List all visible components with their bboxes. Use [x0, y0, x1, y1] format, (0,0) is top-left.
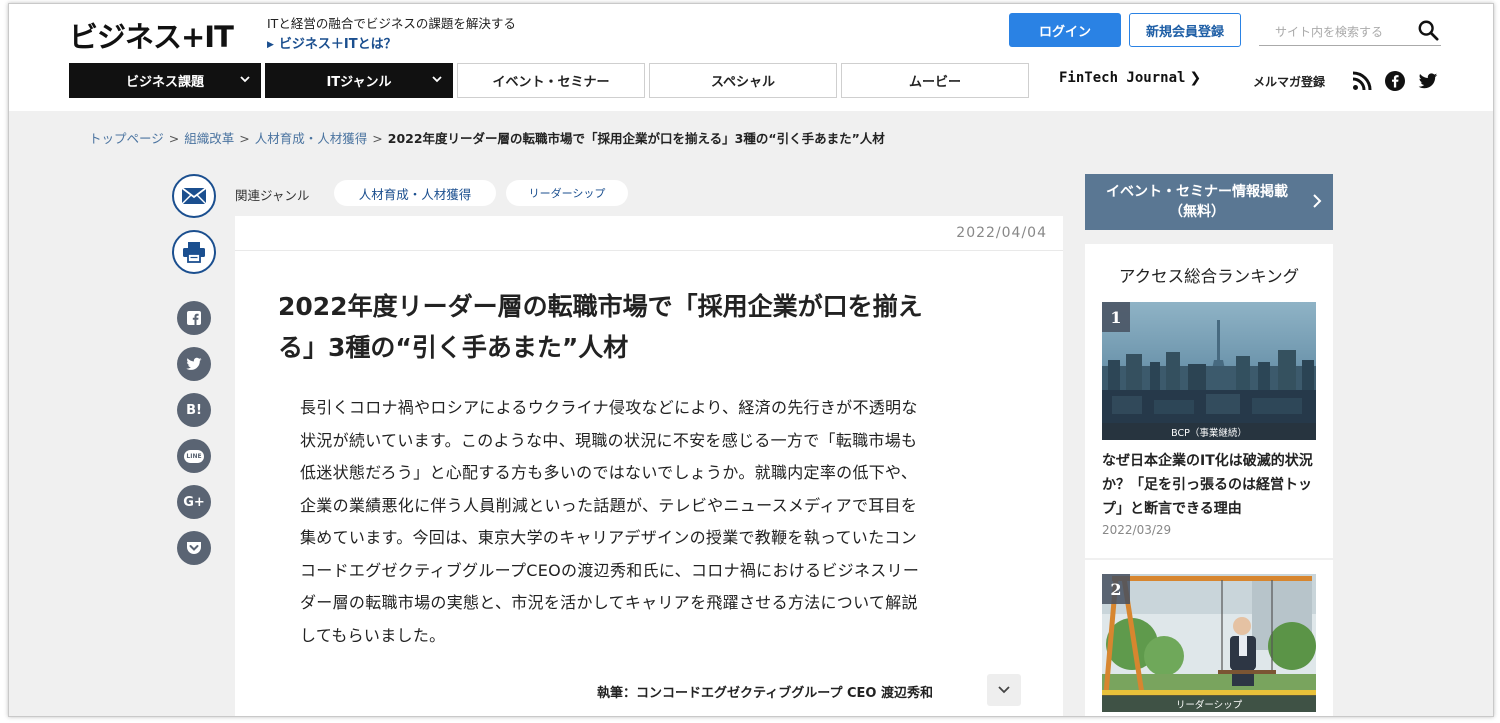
article-title: 2022年度リーダー層の転職市場で「採用企業が口を揃え る」3種の“引く手あまた”… [278, 286, 998, 368]
browser-page: ビジネス+IT ITと経営の融合でビジネスの課題を解決する ▶ ビジネス＋ITとは… [8, 3, 1494, 717]
breadcrumb-item-top[interactable]: トップページ [89, 131, 164, 146]
ranking-date-1: 2022/03/29 [1102, 523, 1172, 537]
chevron-right-icon: ❯ [1189, 70, 1202, 86]
chevron-down-icon [432, 76, 442, 83]
share-facebook-button[interactable] [177, 301, 211, 335]
nav-movie[interactable]: ムービー [841, 63, 1029, 98]
pocket-icon [187, 542, 201, 554]
triangle-right-icon: ▶ [267, 40, 274, 50]
access-ranking: アクセス総合ランキング 1 BCP（事業継続） なぜ日本企業のIT化は破滅的状況… [1085, 244, 1333, 716]
share-twitter-button[interactable] [177, 347, 211, 381]
nav-label: ビジネス課題 [125, 75, 204, 90]
breadcrumb: トップページ > 組織改革 > 人材育成・人材獲得 >2022年度リーダー層の転職市場で「… [89, 128, 885, 147]
author-expand-button[interactable] [987, 674, 1021, 706]
lead-line: してもらいました。 [300, 625, 446, 645]
lead-line: 状況が続いています。このような中、現職の状況に不安を感じる一方で「転職市場も [300, 430, 918, 450]
chevron-down-icon [240, 76, 250, 83]
article-card: 2022/04/04 2022年度リーダー層の転職市場で「採用企業が口を揃え る」… [235, 216, 1063, 716]
nav-it-genre[interactable]: ITジャンル [265, 63, 453, 98]
share-pocket-button[interactable] [177, 531, 211, 565]
event-banner-line: （無料） [1169, 204, 1225, 220]
search-icon[interactable] [1417, 19, 1439, 41]
share-gplus-button[interactable]: G+ [177, 485, 211, 519]
lead-line: 低迷状態だろう」と心配する方も多いのではないでしょうか。就職内定率の低下や、 [300, 463, 918, 482]
genre-tag-hr[interactable]: 人材育成・人材獲得 [334, 180, 496, 206]
line-icon: LINE [184, 449, 204, 463]
about-link[interactable]: ▶ ビジネス＋ITとは？ [267, 33, 397, 52]
fintech-label: FinTech Journal [1059, 70, 1186, 86]
search-input[interactable] [1259, 20, 1409, 44]
ranking-headline-1[interactable]: なぜ日本企業のIT化は破滅的状況か？「足を引っ張るのは経営トップ」と断言できる理… [1102, 449, 1320, 521]
lead-line: 長引くコロナ禍やロシアによるウクライナ侵攻などにより、経済の先行きが不透明な [300, 398, 918, 417]
city-skyline-image [1102, 302, 1316, 440]
event-banner-text: イベント・セミナー情報掲載 （無料） [1085, 182, 1309, 222]
chevron-right-icon [1313, 194, 1322, 208]
breadcrumb-item-org-reform[interactable]: 組織改革 [184, 131, 234, 146]
event-listing-banner[interactable]: イベント・セミナー情報掲載 （無料） [1085, 174, 1333, 230]
chevron-down-icon [998, 686, 1010, 694]
rank-number: 2 [1102, 574, 1130, 604]
register-button[interactable]: 新規会員登録 [1129, 13, 1241, 47]
nav-label: ITジャンル [326, 75, 392, 90]
article-author: 執筆：コンコードエグゼクティブグループ CEO 渡辺秀和 [597, 686, 933, 701]
print-button[interactable] [172, 230, 216, 274]
lead-line: コードエグゼクティブグループCEOの渡辺秀和氏に、コロナ禍におけるビジネスリー [300, 560, 920, 580]
lead-line: 集めています。今回は、東京大学のキャリアデザインの授業で教鞭を執っていたコン [300, 528, 918, 547]
share-email-button[interactable] [172, 174, 216, 218]
ranking-thumbnail-1[interactable]: 1 BCP（事業継続） [1102, 302, 1316, 440]
twitter-icon [186, 357, 202, 370]
ranking-thumbnail-2[interactable]: 2 リーダーシップ [1102, 574, 1316, 712]
rank-category: リーダーシップ [1102, 695, 1316, 712]
breadcrumb-item-hr[interactable]: 人材育成・人材獲得 [255, 131, 368, 146]
fintech-journal-link[interactable]: FinTech Journal ❯ [1059, 70, 1201, 86]
about-link-label: ビジネス＋ITとは？ [278, 37, 397, 52]
envelope-icon [181, 187, 207, 205]
login-button[interactable]: ログイン [1009, 13, 1121, 47]
breadcrumb-separator: > [239, 131, 250, 146]
facebook-icon [187, 311, 201, 325]
related-genre-label: 関連ジャンル [235, 188, 310, 203]
rank-number: 1 [1102, 302, 1130, 332]
rank-category: BCP（事業継続） [1102, 423, 1316, 440]
event-banner-line: イベント・セミナー情報掲載 [1106, 184, 1288, 200]
article-lead: 長引くコロナ禍やロシアによるウクライナ侵攻などにより、経済の先行きが不透明な 状… [300, 392, 1000, 652]
site-header: ビジネス+IT ITと経営の融合でビジネスの課題を解決する ▶ ビジネス＋ITとは… [9, 4, 1493, 111]
divider [235, 250, 1063, 251]
rss-icon[interactable] [1351, 70, 1373, 92]
nav-special[interactable]: スペシャル [649, 63, 837, 98]
site-logo[interactable]: ビジネス+IT [69, 14, 234, 56]
twitter-icon[interactable] [1417, 70, 1439, 92]
share-hatena-button[interactable]: B! [177, 393, 211, 427]
breadcrumb-current: 2022年度リーダー層の転職市場で「採用企業が口を揃える」3種の“引く手あまた”… [387, 131, 885, 146]
article-date: 2022/04/04 [956, 225, 1047, 241]
article-title-line: 2022年度リーダー層の転職市場で「採用企業が口を揃え [278, 292, 923, 321]
genre-tag-leadership[interactable]: リーダーシップ [506, 180, 628, 206]
businessman-on-swing-image [1102, 574, 1316, 712]
search-box [1259, 16, 1441, 46]
nav-business-issues[interactable]: ビジネス課題 [69, 63, 261, 98]
lead-line: ダー層の転職市場の実態と、市況を活かしてキャリアを飛躍させる方法について解説 [300, 593, 918, 612]
breadcrumb-separator: > [168, 131, 180, 146]
lead-line: 企業の業績悪化に伴う人員削減といった話題が、テレビやニュースメディアで耳目を [300, 495, 918, 515]
mailmag-link[interactable]: メルマガ登録 [1253, 73, 1325, 90]
article-title-line: る」3種の“引く手あまた”人材 [278, 333, 629, 362]
nav-events[interactable]: イベント・セミナー [457, 63, 645, 98]
divider [1085, 558, 1333, 560]
site-tagline: ITと経営の融合でビジネスの課題を解決する [267, 16, 516, 31]
breadcrumb-separator: > [372, 131, 383, 146]
share-line-button[interactable]: LINE [177, 439, 211, 473]
facebook-icon[interactable] [1384, 70, 1406, 92]
printer-icon [183, 242, 205, 263]
ranking-title: アクセス総合ランキング [1118, 267, 1300, 286]
